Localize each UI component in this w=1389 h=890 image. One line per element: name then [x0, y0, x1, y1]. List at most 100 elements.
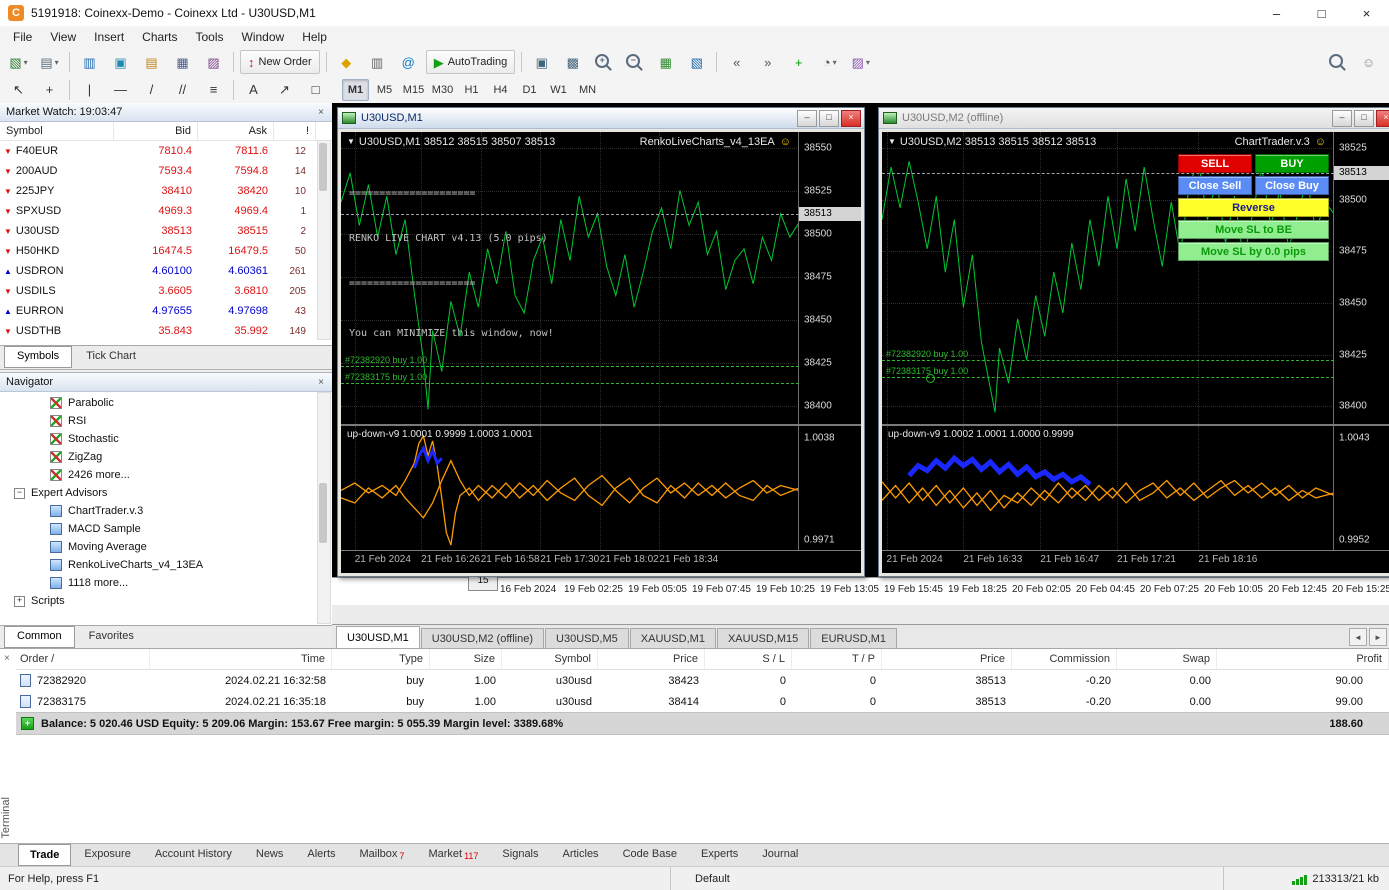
terminal-column-profit[interactable]: Profit — [1217, 649, 1389, 669]
terminal-tab-articles[interactable]: Articles — [552, 845, 610, 863]
navigator-item-2426-more[interactable]: 2426 more... — [0, 466, 332, 484]
chart-tab-eurusd-m1[interactable]: EURUSD,M1 — [810, 628, 897, 648]
terminal-tab-mailbox[interactable]: Mailbox7 — [349, 845, 416, 863]
templates-icon[interactable]: ▨▾ — [846, 50, 875, 74]
autotrading-button[interactable]: ▶AutoTrading — [426, 50, 516, 74]
terminal-tab-journal[interactable]: Journal — [751, 845, 809, 863]
tree-toggle-icon[interactable]: − — [14, 488, 25, 499]
text-icon[interactable]: A — [239, 78, 268, 102]
chart-window-u30usd-m2-offline[interactable]: U30USD,M2 (offline) – □ × #72382920 buy … — [878, 107, 1389, 577]
sell-button[interactable]: SELL — [1178, 154, 1252, 173]
timeframe-h4[interactable]: H4 — [487, 79, 514, 101]
minimize-button[interactable]: – — [1254, 0, 1299, 26]
buy-button[interactable]: BUY — [1255, 154, 1329, 173]
terminal-tab-account-history[interactable]: Account History — [144, 845, 243, 863]
market-watch-row-f40eur[interactable]: ▼F40EUR7810.47811.612 — [0, 141, 332, 161]
market-watch-tab-tick-chart[interactable]: Tick Chart — [74, 347, 148, 365]
terminal-column-price[interactable]: Price — [882, 649, 1012, 669]
community-icon[interactable]: ☺ — [1354, 50, 1383, 74]
market-watch-toggle-icon[interactable]: ▥ — [75, 50, 104, 74]
fibonacci-icon[interactable]: ≡ — [199, 78, 228, 102]
market-watch-tab-symbols[interactable]: Symbols — [4, 346, 72, 368]
chart-tab-u30usd-m5[interactable]: U30USD,M5 — [545, 628, 629, 648]
close-sell-button[interactable]: Close Sell — [1178, 176, 1252, 195]
market-watch-column-[interactable]: ! — [274, 122, 316, 140]
shapes-icon[interactable]: □ — [301, 78, 330, 102]
terminal-column-size[interactable]: Size — [430, 649, 502, 669]
navigator-item-moving-average[interactable]: Moving Average — [0, 538, 332, 556]
chart1-close-button[interactable]: × — [841, 110, 861, 127]
timeframe-m5[interactable]: M5 — [371, 79, 398, 101]
chart-tab-xauusd-m1[interactable]: XAUUSD,M1 — [630, 628, 716, 648]
zoom-out-icon[interactable]: − — [620, 50, 649, 74]
data-window-toggle-icon[interactable]: ▣ — [106, 50, 135, 74]
chart2-close-button[interactable]: × — [1376, 110, 1389, 127]
terminal-tab-alerts[interactable]: Alerts — [296, 845, 346, 863]
timeframe-m1[interactable]: M1 — [342, 79, 369, 101]
menu-file[interactable]: File — [4, 28, 41, 46]
chart-tab-u30usd-m1[interactable]: U30USD,M1 — [336, 626, 420, 648]
maximize-button[interactable]: □ — [1299, 0, 1344, 26]
chart1-restore-button[interactable]: □ — [819, 110, 839, 127]
chart-window-u30usd-m1[interactable]: U30USD,M1 – □ × #72382920 buy 1.00#72383… — [337, 107, 865, 577]
search-icon[interactable] — [1323, 50, 1352, 74]
terminal-tab-exposure[interactable]: Exposure — [73, 845, 141, 863]
new-chart-icon[interactable]: ▧▾ — [4, 50, 33, 74]
market-watch-column-symbol[interactable]: Symbol — [0, 122, 114, 140]
chart-properties-icon[interactable]: ▩ — [558, 50, 587, 74]
menu-tools[interactable]: Tools — [187, 28, 233, 46]
navigator-tab-common[interactable]: Common — [4, 626, 75, 648]
terminal-column-type[interactable]: Type — [332, 649, 430, 669]
move-sl-by-pips-button[interactable]: Move SL by 0.0 pips — [1178, 242, 1329, 261]
horizontal-line-icon[interactable]: — — [106, 78, 135, 102]
navigator-item-expert-advisors[interactable]: −Expert Advisors — [0, 484, 332, 502]
market-watch-close-icon[interactable]: × — [316, 107, 326, 118]
arrows-icon[interactable]: ↗ — [270, 78, 299, 102]
auto-scroll-icon[interactable]: » — [753, 50, 782, 74]
navigator-close-icon[interactable]: × — [316, 377, 326, 388]
close-button[interactable]: × — [1344, 0, 1389, 26]
navigator-item-macd-sample[interactable]: MACD Sample — [0, 520, 332, 538]
symbol-dropdown-icon[interactable]: ▼ — [347, 137, 355, 146]
terminal-column-commission[interactable]: Commission — [1012, 649, 1117, 669]
terminal-tab-code-base[interactable]: Code Base — [612, 845, 688, 863]
market-watch-row-spxusd[interactable]: ▼SPXUSD4969.34969.41 — [0, 201, 332, 221]
order-row-72383175[interactable]: 723831752024.02.21 16:35:18buy1.00u30usd… — [16, 691, 1389, 712]
menu-insert[interactable]: Insert — [85, 28, 133, 46]
market-watch-row-200aud[interactable]: ▼200AUD7593.47594.814 — [0, 161, 332, 181]
terminal-tab-market[interactable]: Market117 — [417, 845, 489, 863]
status-profile[interactable]: Default — [671, 867, 1224, 890]
cascade-windows-icon[interactable]: ▧ — [682, 50, 711, 74]
market-watch-row-eurron[interactable]: ▲EURRON4.976554.9769843 — [0, 301, 332, 321]
terminal-tab-trade[interactable]: Trade — [18, 844, 71, 866]
timeframe-d1[interactable]: D1 — [516, 79, 543, 101]
print-icon[interactable]: ▥ — [363, 50, 392, 74]
profiles-icon[interactable]: ▤▾ — [35, 50, 64, 74]
zoom-in-icon[interactable]: + — [589, 50, 618, 74]
navigator-item-scripts[interactable]: +Scripts — [0, 592, 332, 610]
terminal-column-symbol[interactable]: Symbol — [502, 649, 598, 669]
menu-view[interactable]: View — [41, 28, 85, 46]
trendline-icon[interactable]: / — [137, 78, 166, 102]
terminal-column-swap[interactable]: Swap — [1117, 649, 1217, 669]
terminal-close-icon[interactable]: × — [4, 653, 10, 664]
terminal-column-price[interactable]: Price — [598, 649, 705, 669]
timeframe-w1[interactable]: W1 — [545, 79, 572, 101]
move-sl-to-be-button[interactable]: Move SL to BE — [1178, 220, 1329, 239]
navigator-item-parabolic[interactable]: Parabolic — [0, 394, 332, 412]
chart-shift-icon[interactable]: « — [722, 50, 751, 74]
navigator-item-zigzag[interactable]: ZigZag — [0, 448, 332, 466]
navigator-item-rsi[interactable]: RSI — [0, 412, 332, 430]
market-watch-row-225jpy[interactable]: ▼225JPY384103842010 — [0, 181, 332, 201]
timeframe-mn[interactable]: MN — [574, 79, 601, 101]
crosshair-icon[interactable]: + — [35, 78, 64, 102]
full-screen-icon[interactable]: ▣ — [527, 50, 556, 74]
terminal-toggle-icon[interactable]: ▦ — [168, 50, 197, 74]
order-row-72382920[interactable]: 723829202024.02.21 16:32:58buy1.00u30usd… — [16, 670, 1389, 691]
terminal-column-time[interactable]: Time — [150, 649, 332, 669]
market-watch-column-ask[interactable]: Ask — [198, 122, 274, 140]
market-watch-scrollbar[interactable] — [317, 140, 331, 340]
navigator-toggle-icon[interactable]: ▤ — [137, 50, 166, 74]
navigator-tab-favorites[interactable]: Favorites — [77, 627, 146, 645]
menu-window[interactable]: Window — [233, 28, 294, 46]
